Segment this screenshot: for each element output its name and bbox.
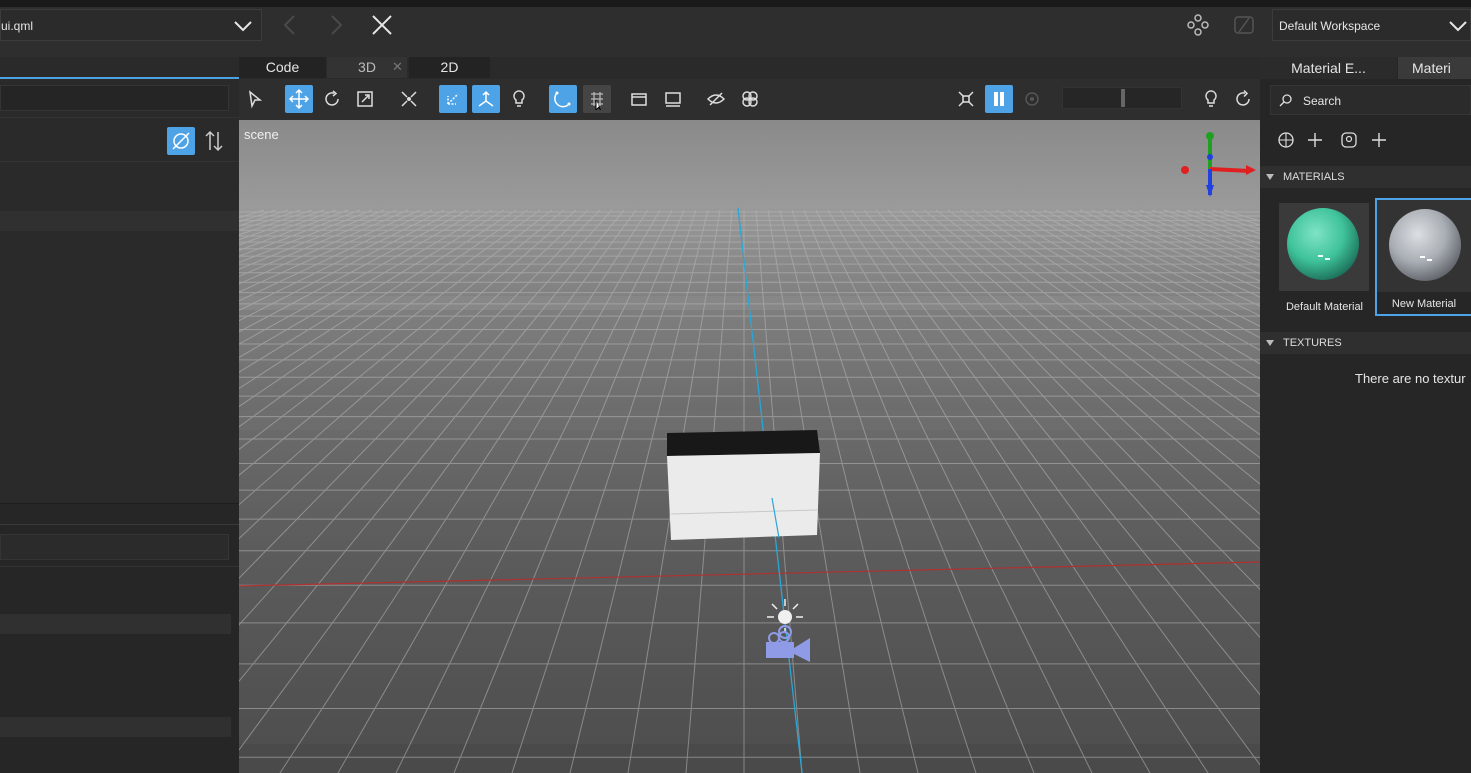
- particles-icon[interactable]: [736, 85, 764, 113]
- scene-cube[interactable]: [667, 430, 820, 540]
- textures-section-header[interactable]: TEXTURES: [1260, 332, 1471, 354]
- reset-view-icon[interactable]: [952, 85, 980, 113]
- material-name: Default Material: [1285, 301, 1364, 313]
- material-item-new[interactable]: New Material: [1375, 198, 1471, 316]
- collapse-triangle-icon: [1266, 340, 1274, 346]
- list-item[interactable]: [0, 211, 239, 231]
- refresh-icon[interactable]: [1229, 85, 1257, 113]
- tab-material-browser[interactable]: Materi: [1398, 57, 1471, 79]
- navigator-panel: [0, 57, 239, 773]
- local-orientation-icon[interactable]: [439, 85, 467, 113]
- scale-icon[interactable]: [351, 85, 379, 113]
- slider-handle[interactable]: [1121, 89, 1125, 107]
- 3d-toolbar: [239, 79, 1260, 120]
- property-row[interactable]: [0, 717, 231, 737]
- properties-panel: [0, 503, 239, 773]
- workspace-name: Default Workspace: [1279, 19, 1381, 33]
- divider: [0, 117, 239, 118]
- chevron-down-icon: [1448, 16, 1468, 39]
- material-browser-panel: Material E... Materi Search MATERIALS De…: [1260, 57, 1471, 773]
- fit-selected-icon[interactable]: [395, 85, 423, 113]
- properties-search-input[interactable]: [0, 534, 229, 560]
- tab-close-icon[interactable]: ✕: [392, 57, 403, 76]
- navigator-search-input[interactable]: [0, 85, 229, 111]
- material-name: New Material: [1391, 298, 1457, 310]
- material-sphere-icon[interactable]: [1277, 131, 1295, 152]
- property-row[interactable]: [0, 614, 231, 634]
- editor-tab-bar: Code 3D ✕ 2D: [239, 57, 1260, 79]
- add-material-icon[interactable]: [1306, 131, 1324, 152]
- collapse-triangle-icon: [1266, 174, 1274, 180]
- material-preview-sphere: [1389, 209, 1461, 281]
- close-icon[interactable]: [371, 14, 393, 39]
- material-preview-sphere: [1287, 208, 1359, 280]
- live-preview-icon[interactable]: [1233, 14, 1255, 39]
- select-icon[interactable]: [241, 85, 269, 113]
- title-strip: [0, 0, 1471, 7]
- divider: [0, 566, 239, 567]
- tab-code[interactable]: Code: [239, 57, 326, 78]
- snap-icon[interactable]: [549, 85, 577, 113]
- file-name: ui.qml: [1, 19, 34, 33]
- environment-light-icon[interactable]: [1197, 85, 1225, 113]
- empty-textures-message: There are no textur: [1355, 371, 1466, 386]
- 3d-viewport[interactable]: [239, 120, 1260, 773]
- visibility-icon[interactable]: [702, 85, 730, 113]
- material-item-default[interactable]: Default Material: [1277, 197, 1372, 317]
- rotate-icon[interactable]: [318, 85, 346, 113]
- restart-particles-icon[interactable]: [1018, 85, 1046, 113]
- add-texture-icon[interactable]: [1370, 131, 1388, 152]
- chevron-down-icon: [233, 16, 253, 39]
- move-icon[interactable]: [285, 85, 313, 113]
- zoom-slider[interactable]: [1062, 87, 1182, 109]
- pause-icon[interactable]: [985, 85, 1013, 113]
- snap-config-icon[interactable]: [583, 85, 611, 113]
- divider: [0, 161, 239, 162]
- forward-icon[interactable]: [328, 15, 344, 38]
- divider: [0, 524, 239, 525]
- edit-camera-icon[interactable]: [625, 85, 653, 113]
- tab-2d[interactable]: 2D: [409, 57, 490, 78]
- search-placeholder: Search: [1303, 94, 1342, 108]
- section-title: TEXTURES: [1283, 337, 1342, 349]
- section-title: MATERIALS: [1283, 171, 1345, 183]
- material-search-field[interactable]: Search: [1270, 85, 1471, 115]
- back-icon[interactable]: [282, 15, 298, 38]
- align-view-icon[interactable]: [659, 85, 687, 113]
- viewport-scene-label: scene: [244, 127, 279, 142]
- sort-icon[interactable]: [203, 129, 225, 156]
- workspace-selector[interactable]: Default Workspace: [1272, 9, 1471, 41]
- components-icon[interactable]: [1187, 14, 1209, 39]
- active-tab-indicator: [0, 77, 239, 79]
- file-selector[interactable]: ui.qml: [0, 9, 262, 41]
- materials-section-header[interactable]: MATERIALS: [1260, 166, 1471, 188]
- texture-icon[interactable]: [1340, 131, 1358, 152]
- tab-material-editor[interactable]: Material E...: [1260, 57, 1397, 79]
- hide-filter-toggle[interactable]: [167, 127, 195, 155]
- search-icon: [1279, 93, 1293, 110]
- light-icon[interactable]: [505, 85, 533, 113]
- global-orientation-icon[interactable]: [472, 85, 500, 113]
